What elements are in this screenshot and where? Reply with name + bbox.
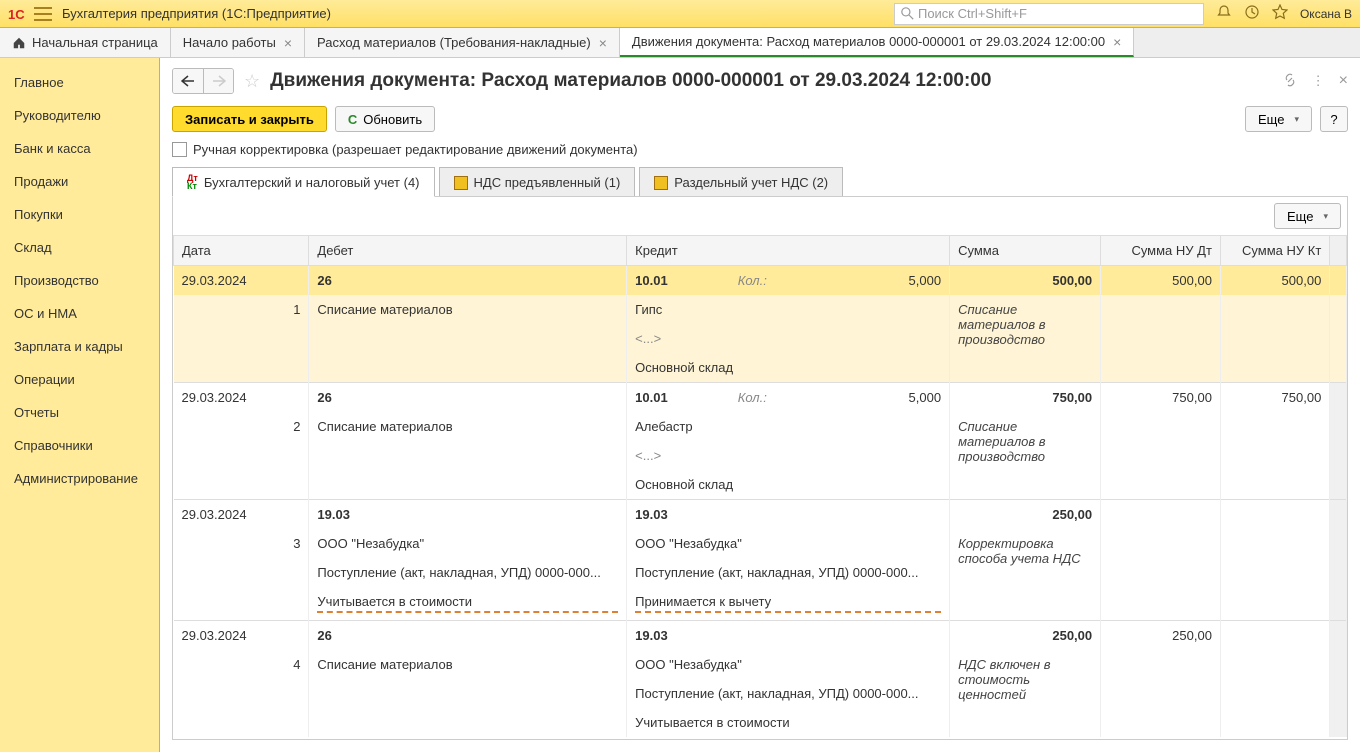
more-button[interactable]: Еще: [1245, 106, 1312, 132]
titlebar: 1С Бухгалтерия предприятия (1С:Предприят…: [0, 0, 1360, 28]
table-row[interactable]: Учитывается в стоимостиПринимается к выч…: [174, 587, 1347, 621]
th-credit[interactable]: Кредит: [627, 236, 950, 266]
refresh-button[interactable]: СОбновить: [335, 106, 435, 132]
table-row[interactable]: 29.03.20242619.03250,00250,00: [174, 621, 1347, 651]
table-row[interactable]: Поступление (акт, накладная, УПД) 0000-0…: [174, 679, 1347, 708]
table-row[interactable]: Основной склад: [174, 470, 1347, 500]
user-name[interactable]: Оксана В: [1300, 7, 1352, 21]
sidebar-item-operacii[interactable]: Операции: [0, 363, 159, 396]
svg-text:1С: 1С: [8, 7, 25, 22]
th-date[interactable]: Дата: [174, 236, 309, 266]
favorite-star-icon[interactable]: ☆: [244, 71, 260, 92]
sidebar-item-pokupki[interactable]: Покупки: [0, 198, 159, 231]
entries-table[interactable]: Дата Дебет Кредит Сумма Сумма НУ Дт Сумм…: [173, 235, 1347, 739]
nav-buttons: [172, 68, 234, 94]
tab-nachalo-raboty[interactable]: Начало работы ×: [171, 28, 305, 57]
tab-buh-uchet[interactable]: ДтКт Бухгалтерский и налоговый учет (4): [172, 167, 435, 197]
table-row[interactable]: 1Списание материаловГипсСписание материа…: [174, 295, 1347, 324]
sidebar-item-rukovoditelu[interactable]: Руководителю: [0, 99, 159, 132]
close-icon[interactable]: ×: [599, 35, 607, 51]
close-icon[interactable]: ×: [1339, 72, 1348, 90]
tab-nds-predyavlennyy[interactable]: НДС предъявленный (1): [439, 167, 636, 197]
sidebar-item-prodazhi[interactable]: Продажи: [0, 165, 159, 198]
table-row[interactable]: <...>: [174, 441, 1347, 470]
history-icon[interactable]: [1244, 4, 1260, 23]
table-row[interactable]: 29.03.20242610.015,000Кол.:750,00750,007…: [174, 383, 1347, 413]
sidebar-item-zarplata[interactable]: Зарплата и кадры: [0, 330, 159, 363]
th-debit[interactable]: Дебет: [309, 236, 627, 266]
sidebar-item-otchety[interactable]: Отчеты: [0, 396, 159, 429]
table-row[interactable]: 3ООО "Незабудка"ООО "Незабудка"Корректир…: [174, 529, 1347, 558]
table-more-button[interactable]: Еще: [1274, 203, 1341, 229]
close-icon[interactable]: ×: [284, 35, 292, 51]
link-icon[interactable]: [1282, 72, 1298, 91]
sidebar-item-sklad[interactable]: Склад: [0, 231, 159, 264]
th-nudt[interactable]: Сумма НУ Дт: [1101, 236, 1221, 266]
table-row[interactable]: <...>: [174, 324, 1347, 353]
forward-button[interactable]: [203, 69, 233, 93]
scrollbar[interactable]: [1330, 236, 1347, 266]
star-icon[interactable]: [1272, 4, 1288, 23]
th-nukt[interactable]: Сумма НУ Кт: [1220, 236, 1329, 266]
table-row[interactable]: Основной склад: [174, 353, 1347, 383]
sidebar-item-spravochniki[interactable]: Справочники: [0, 429, 159, 462]
sidebar: Главное Руководителю Банк и касса Продаж…: [0, 58, 160, 752]
back-button[interactable]: [173, 69, 203, 93]
table-row[interactable]: 2Списание материаловАлебастрСписание мат…: [174, 412, 1347, 441]
sidebar-item-bank-kassa[interactable]: Банк и касса: [0, 132, 159, 165]
manual-edit-label: Ручная корректировка (разрешает редактир…: [193, 142, 638, 157]
sidebar-item-admin[interactable]: Администрирование: [0, 462, 159, 495]
bell-icon[interactable]: [1216, 4, 1232, 23]
tab-rashod-materialov[interactable]: Расход материалов (Требования-накладные)…: [305, 28, 620, 57]
window-tabs: Начальная страница Начало работы × Расхо…: [0, 28, 1360, 58]
table-row[interactable]: Поступление (акт, накладная, УПД) 0000-0…: [174, 558, 1347, 587]
tab-razdelnyy-nds[interactable]: Раздельный учет НДС (2): [639, 167, 843, 197]
sidebar-item-proizvodstvo[interactable]: Производство: [0, 264, 159, 297]
table-row[interactable]: 29.03.20242610.015,000Кол.:500,00500,005…: [174, 266, 1347, 296]
sidebar-item-os-nma[interactable]: ОС и НМА: [0, 297, 159, 330]
th-sum[interactable]: Сумма: [950, 236, 1101, 266]
hamburger-icon[interactable]: [34, 7, 52, 21]
manual-edit-checkbox[interactable]: [172, 142, 187, 157]
app-logo: 1С: [8, 5, 28, 23]
save-close-button[interactable]: Записать и закрыть: [172, 106, 327, 132]
table-row[interactable]: 29.03.202419.0319.03250,00: [174, 500, 1347, 530]
table-row[interactable]: Учитывается в стоимости: [174, 708, 1347, 737]
home-tab[interactable]: Начальная страница: [0, 28, 171, 57]
sidebar-item-glavnoe[interactable]: Главное: [0, 66, 159, 99]
help-button[interactable]: ?: [1320, 106, 1348, 132]
kebab-icon[interactable]: ⋮: [1312, 73, 1325, 89]
page-title: Движения документа: Расход материалов 00…: [270, 70, 1272, 92]
tab-dvizheniya-dokumenta[interactable]: Движения документа: Расход материалов 00…: [620, 28, 1134, 57]
table-row[interactable]: 4Списание материаловООО "Незабудка"НДС в…: [174, 650, 1347, 679]
close-icon[interactable]: ×: [1113, 34, 1121, 50]
refresh-icon: С: [348, 112, 357, 127]
app-title: Бухгалтерия предприятия (1С:Предприятие): [62, 6, 331, 21]
dt-kt-icon: ДтКт: [187, 174, 198, 190]
register-icon: [654, 176, 668, 190]
register-icon: [454, 176, 468, 190]
global-search-input[interactable]: Поиск Ctrl+Shift+F: [894, 3, 1204, 25]
